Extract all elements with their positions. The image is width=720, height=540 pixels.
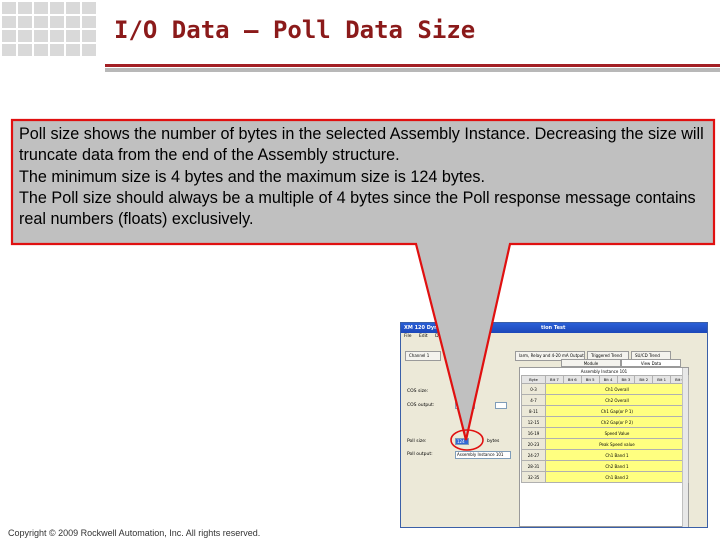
grid-cell bbox=[18, 44, 32, 56]
table-row: 4-7 Ch2 Overall bbox=[521, 394, 689, 406]
callout-text: Poll size shows the number of bytes in t… bbox=[19, 124, 709, 231]
assembly-table: Byte Bit 7 Bit 6 Bit 5 Bit 4 Bit 3 Bit 2 Bit 1B… bbox=[521, 375, 689, 483]
column-header: Bit 2 bbox=[634, 375, 654, 384]
menu-file[interactable]: File bbox=[404, 334, 412, 339]
byte-range-cell: 12-15 bbox=[521, 416, 546, 428]
callout-paragraph-1: Poll size shows the number of bytes in t… bbox=[19, 125, 704, 164]
value-cell: Ch1 Gap(or P 1) bbox=[545, 405, 689, 417]
copyright-footer: Copyright © 2009 Rockwell Automation, In… bbox=[8, 528, 261, 538]
byte-range-cell: 32-35 bbox=[521, 471, 546, 483]
grid-cell bbox=[18, 30, 32, 42]
subtab-strip: Module View Data bbox=[561, 359, 693, 367]
column-header: Bit 7 bbox=[545, 375, 564, 384]
byte-range-cell: 8-11 bbox=[521, 405, 546, 417]
value-cell: Ch2 Band 1 bbox=[545, 460, 689, 472]
byte-range-cell: 24-27 bbox=[521, 449, 546, 461]
column-header: Bit 3 bbox=[616, 375, 636, 384]
table-row: 28-31 Ch2 Band 1 bbox=[521, 460, 689, 472]
byte-range-cell: 28-31 bbox=[521, 460, 546, 472]
byte-range-cell: 20-23 bbox=[521, 438, 546, 450]
grid-cell bbox=[82, 2, 96, 14]
table-row: 16-19 Speed Value bbox=[521, 427, 689, 439]
value-cell: Ch2 Overall bbox=[545, 394, 689, 406]
table-row: 32-35 Ch1 Band 2 bbox=[521, 471, 689, 483]
vertical-scrollbar[interactable] bbox=[682, 368, 688, 527]
grid-cell bbox=[82, 44, 96, 56]
grid-cell bbox=[50, 44, 64, 56]
grid-cell bbox=[2, 30, 16, 42]
grid-cell bbox=[18, 2, 32, 14]
cos-output-label: COS output: bbox=[407, 403, 435, 408]
poll-size-input[interactable]: 124 bbox=[455, 438, 469, 445]
column-header: Bit 1 bbox=[652, 375, 672, 384]
grid-cell bbox=[66, 30, 80, 42]
table-row: 0-3 Ch1 Overall bbox=[521, 383, 689, 395]
title-underline-red bbox=[105, 64, 720, 67]
window-title: XM 120 Dyna... bbox=[404, 325, 447, 331]
poll-output-select[interactable]: Assembly Instance 101 bbox=[455, 451, 511, 459]
byte-range-cell: 4-7 bbox=[521, 394, 546, 406]
page-title: I/O Data – Poll Data Size bbox=[114, 16, 476, 44]
callout-paragraph-3: The Poll size should always be a multipl… bbox=[19, 189, 696, 228]
table-row: 24-27 Ch1 Band 1 bbox=[521, 449, 689, 461]
cos-size-input[interactable] bbox=[455, 388, 475, 395]
table-row: 8-11 Ch1 Gap(or P 1) bbox=[521, 405, 689, 417]
grid-cell bbox=[2, 44, 16, 56]
cos-output-input[interactable] bbox=[455, 402, 475, 409]
column-header: Bit 4 bbox=[598, 375, 618, 384]
byte-range-cell: 16-19 bbox=[521, 427, 546, 439]
byte-range-cell: 0-3 bbox=[521, 383, 546, 395]
tab-view-data[interactable]: View Data bbox=[621, 359, 681, 367]
cos-size-label: COS size: bbox=[407, 389, 429, 394]
window-title-right: tion Test bbox=[541, 325, 566, 331]
value-cell: Ch1 Band 1 bbox=[545, 449, 689, 461]
grid-cell bbox=[2, 2, 16, 14]
grid-cell bbox=[50, 2, 64, 14]
column-header: Byte bbox=[521, 375, 546, 384]
table-body: 0-3 Ch1 Overall 4-7 Ch2 Overall 8-11 Ch1 Gap(… bbox=[521, 383, 689, 483]
grid-cell bbox=[82, 30, 96, 42]
table-row: 20-23 Peak Speed value bbox=[521, 438, 689, 450]
title-underline-gray bbox=[105, 68, 720, 72]
menu-edit[interactable]: Edit bbox=[419, 334, 428, 339]
grid-cell bbox=[66, 16, 80, 28]
grid-cell bbox=[34, 44, 48, 56]
menu-device[interactable]: Devi... bbox=[435, 334, 449, 339]
grid-cell bbox=[34, 16, 48, 28]
column-header: Bit 5 bbox=[580, 375, 600, 384]
value-cell: Speed Value bbox=[545, 427, 689, 439]
tab-channel-1[interactable]: Channel 1 bbox=[405, 351, 441, 361]
table-header-row: Byte Bit 7 Bit 6 Bit 5 Bit 4 Bit 3 Bit 2 Bit 1B… bbox=[521, 375, 689, 384]
grid-cell bbox=[2, 16, 16, 28]
value-cell: Ch1 Overall bbox=[545, 383, 689, 395]
grid-cell bbox=[50, 30, 64, 42]
grid-cell bbox=[18, 16, 32, 28]
config-window-screenshot: XM 120 Dyna... tion Test File Edit Devi.… bbox=[400, 322, 708, 528]
grid-cell bbox=[34, 2, 48, 14]
column-header: Bit 6 bbox=[562, 375, 582, 384]
table-row: 12-15 Ch2 Gap(or P 2) bbox=[521, 416, 689, 428]
value-cell: Ch2 Gap(or P 2) bbox=[545, 416, 689, 428]
header-grid-decoration bbox=[2, 2, 96, 56]
value-cell: Ch1 Band 2 bbox=[545, 471, 689, 483]
grid-cell bbox=[50, 16, 64, 28]
grid-cell bbox=[66, 44, 80, 56]
io-settings-panel: COS size: COS output: Poll size: 124 byt… bbox=[405, 367, 517, 523]
grid-cell bbox=[34, 30, 48, 42]
poll-output-label: Poll output: bbox=[407, 452, 433, 457]
window-title-bar: XM 120 Dyna... tion Test bbox=[401, 323, 707, 333]
grid-cell bbox=[66, 2, 80, 14]
callout-paragraph-2: The minimum size is 4 bytes and the maxi… bbox=[19, 167, 486, 186]
menu-bar: File Edit Devi... bbox=[401, 333, 707, 341]
tab-module[interactable]: Module bbox=[561, 359, 621, 367]
assembly-data-panel: Assembly Instance 101 Byte Bit 7 Bit 6 Bit … bbox=[519, 367, 689, 527]
cos-output-extra[interactable] bbox=[495, 402, 507, 409]
poll-size-label: Poll size: bbox=[407, 439, 427, 444]
assembly-caption: Assembly Instance 101 bbox=[580, 369, 628, 374]
poll-size-unit: bytes bbox=[487, 439, 500, 444]
grid-cell bbox=[82, 16, 96, 28]
value-cell: Peak Speed value bbox=[545, 438, 689, 450]
slide: I/O Data – Poll Data Size XM 120 Dyna...… bbox=[0, 0, 720, 540]
